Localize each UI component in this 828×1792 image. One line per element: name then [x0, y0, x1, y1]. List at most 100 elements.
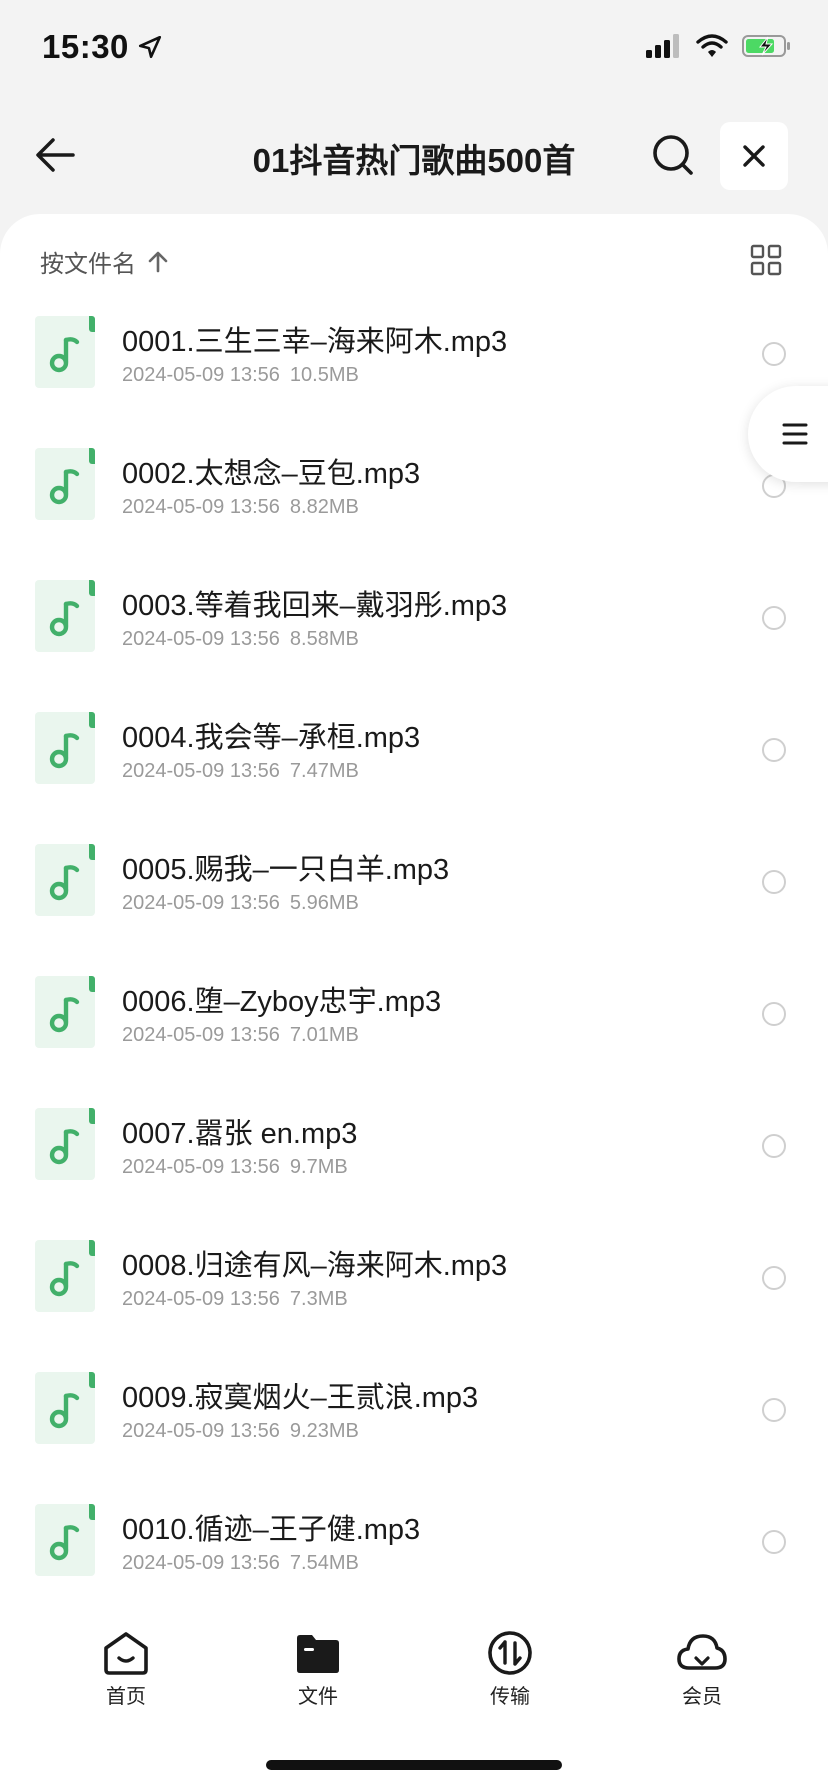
transfer-icon [488, 1631, 532, 1675]
tab-home[interactable]: 首页 [76, 1630, 176, 1709]
file-name: 0007.嚣张 en.mp3 [122, 1118, 358, 1150]
status-indicators [646, 34, 792, 58]
page-title: 01抖音热门歌曲500首 [252, 142, 576, 179]
file-name: 0004.我会等–承桓.mp3 [122, 722, 421, 754]
battery-charging-icon [742, 35, 790, 57]
file-meta: 2024-05-09 13:56 9.23MB [122, 1420, 359, 1443]
file-size: 8.58MB [289, 628, 359, 650]
file-row[interactable]: 0008.归途有风–海来阿木.mp3 2024-05-09 13:56 7.3M… [0, 1232, 828, 1364]
location-arrow-icon [138, 35, 161, 59]
file-row[interactable]: 0010.循迹–王子健.mp3 2024-05-09 13:56 7.54MB [0, 1496, 828, 1612]
tab-transfer[interactable]: 传输 [460, 1630, 560, 1709]
select-radio[interactable] [762, 606, 786, 630]
file-date: 2024-05-09 13:56 [122, 1288, 280, 1310]
file-name: 0010.循迹–王子健.mp3 [122, 1514, 421, 1546]
file-meta: 2024-05-09 13:56 5.96MB [122, 892, 359, 915]
file-name: 0002.太想念–豆包.mp3 [122, 458, 421, 490]
file-size: 5.96MB [289, 892, 359, 914]
file-size: 7.47MB [289, 760, 359, 782]
grid-view-button[interactable] [750, 244, 782, 276]
file-name: 0003.等着我回来–戴羽彤.mp3 [122, 590, 508, 622]
file-size: 7.54MB [289, 1552, 359, 1574]
file-list: 0001.三生三幸–海来阿木.mp3 2024-05-09 13:56 10.5… [0, 308, 828, 1612]
file-date: 2024-05-09 13:56 [122, 496, 280, 518]
select-radio[interactable] [762, 1530, 786, 1554]
home-indicator [266, 1760, 562, 1770]
screen: 15:30 01抖音热门歌曲500首 按文件名 0001.三生三幸–海来阿木.m… [0, 0, 828, 1792]
file-date: 2024-05-09 13:56 [122, 364, 280, 386]
file-size: 9.7MB [289, 1156, 348, 1178]
file-row[interactable]: 0002.太想念–豆包.mp3 2024-05-09 13:56 8.82MB [0, 440, 828, 572]
file-name: 0006.堕–Zyboy忠宇.mp3 [122, 986, 442, 1018]
file-row[interactable]: 0009.寂寞烟火–王贰浪.mp3 2024-05-09 13:56 9.23M… [0, 1364, 828, 1496]
folder-icon [297, 1635, 339, 1673]
signal-icon [646, 34, 679, 58]
status-time-group: 15:30 [42, 28, 163, 66]
music-file-icon [35, 712, 95, 784]
sort-label: 按文件名 [40, 251, 136, 278]
home-icon [104, 1632, 148, 1675]
grid-icon [750, 244, 782, 276]
file-name: 0001.三生三幸–海来阿木.mp3 [122, 326, 508, 358]
music-file-icon [35, 976, 95, 1048]
arrow-up-icon [148, 251, 168, 272]
wifi-icon [696, 34, 728, 57]
tab-files[interactable]: 文件 [268, 1630, 368, 1709]
file-panel: 按文件名 0001.三生三幸–海来阿木.mp3 2024-05-09 13:56… [0, 214, 828, 1612]
cloud-icon [677, 1634, 727, 1670]
select-radio[interactable] [762, 1134, 786, 1158]
music-file-icon [35, 580, 95, 652]
sort-control[interactable]: 按文件名 [40, 244, 170, 279]
select-radio[interactable] [762, 342, 786, 366]
file-meta: 2024-05-09 13:56 9.7MB [122, 1156, 348, 1179]
tab-home-label: 首页 [106, 1686, 146, 1708]
file-meta: 2024-05-09 13:56 7.3MB [122, 1288, 348, 1311]
file-size: 7.01MB [289, 1024, 359, 1046]
music-file-icon [35, 448, 95, 520]
file-meta: 2024-05-09 13:56 10.5MB [122, 364, 359, 387]
tab-membership-label: 会员 [682, 1686, 722, 1708]
file-date: 2024-05-09 13:56 [122, 760, 280, 782]
file-date: 2024-05-09 13:56 [122, 1024, 280, 1046]
select-radio[interactable] [762, 870, 786, 894]
header: 01抖音热门歌曲500首 [0, 108, 828, 208]
select-radio[interactable] [762, 1002, 786, 1026]
file-row[interactable]: 0007.嚣张 en.mp3 2024-05-09 13:56 9.7MB [0, 1100, 828, 1232]
search-button[interactable] [648, 130, 698, 180]
file-meta: 2024-05-09 13:56 7.01MB [122, 1024, 359, 1047]
tab-files-label: 文件 [298, 1686, 338, 1708]
close-icon [743, 145, 765, 167]
music-file-icon [35, 1240, 95, 1312]
file-meta: 2024-05-09 13:56 7.47MB [122, 760, 359, 783]
music-file-icon [35, 844, 95, 916]
music-file-icon [35, 1108, 95, 1180]
file-row[interactable]: 0006.堕–Zyboy忠宇.mp3 2024-05-09 13:56 7.01… [0, 968, 828, 1100]
file-row[interactable]: 0004.我会等–承桓.mp3 2024-05-09 13:56 7.47MB [0, 704, 828, 836]
status-bar: 15:30 [0, 0, 828, 100]
music-file-icon [35, 1372, 95, 1444]
select-radio[interactable] [762, 1398, 786, 1422]
file-size: 9.23MB [289, 1420, 359, 1442]
file-name: 0008.归途有风–海来阿木.mp3 [122, 1250, 508, 1282]
file-date: 2024-05-09 13:56 [122, 1156, 280, 1178]
file-meta: 2024-05-09 13:56 8.82MB [122, 496, 359, 519]
search-icon [653, 135, 693, 175]
select-radio[interactable] [762, 1266, 786, 1290]
menu-icon [782, 423, 808, 445]
status-time: 15:30 [42, 28, 129, 65]
file-date: 2024-05-09 13:56 [122, 892, 280, 914]
file-name: 0009.寂寞烟火–王贰浪.mp3 [122, 1382, 479, 1414]
file-date: 2024-05-09 13:56 [122, 1552, 280, 1574]
close-button[interactable] [720, 122, 788, 190]
tab-membership[interactable]: 会员 [652, 1630, 752, 1709]
file-date: 2024-05-09 13:56 [122, 1420, 280, 1442]
file-meta: 2024-05-09 13:56 8.58MB [122, 628, 359, 651]
file-size: 8.82MB [289, 496, 359, 518]
file-row[interactable]: 0005.赐我–一只白羊.mp3 2024-05-09 13:56 5.96MB [0, 836, 828, 968]
music-file-icon [35, 316, 95, 388]
file-name: 0005.赐我–一只白羊.mp3 [122, 854, 450, 886]
file-row[interactable]: 0001.三生三幸–海来阿木.mp3 2024-05-09 13:56 10.5… [0, 308, 828, 440]
file-row[interactable]: 0003.等着我回来–戴羽彤.mp3 2024-05-09 13:56 8.58… [0, 572, 828, 704]
file-size: 7.3MB [289, 1288, 348, 1310]
select-radio[interactable] [762, 738, 786, 762]
